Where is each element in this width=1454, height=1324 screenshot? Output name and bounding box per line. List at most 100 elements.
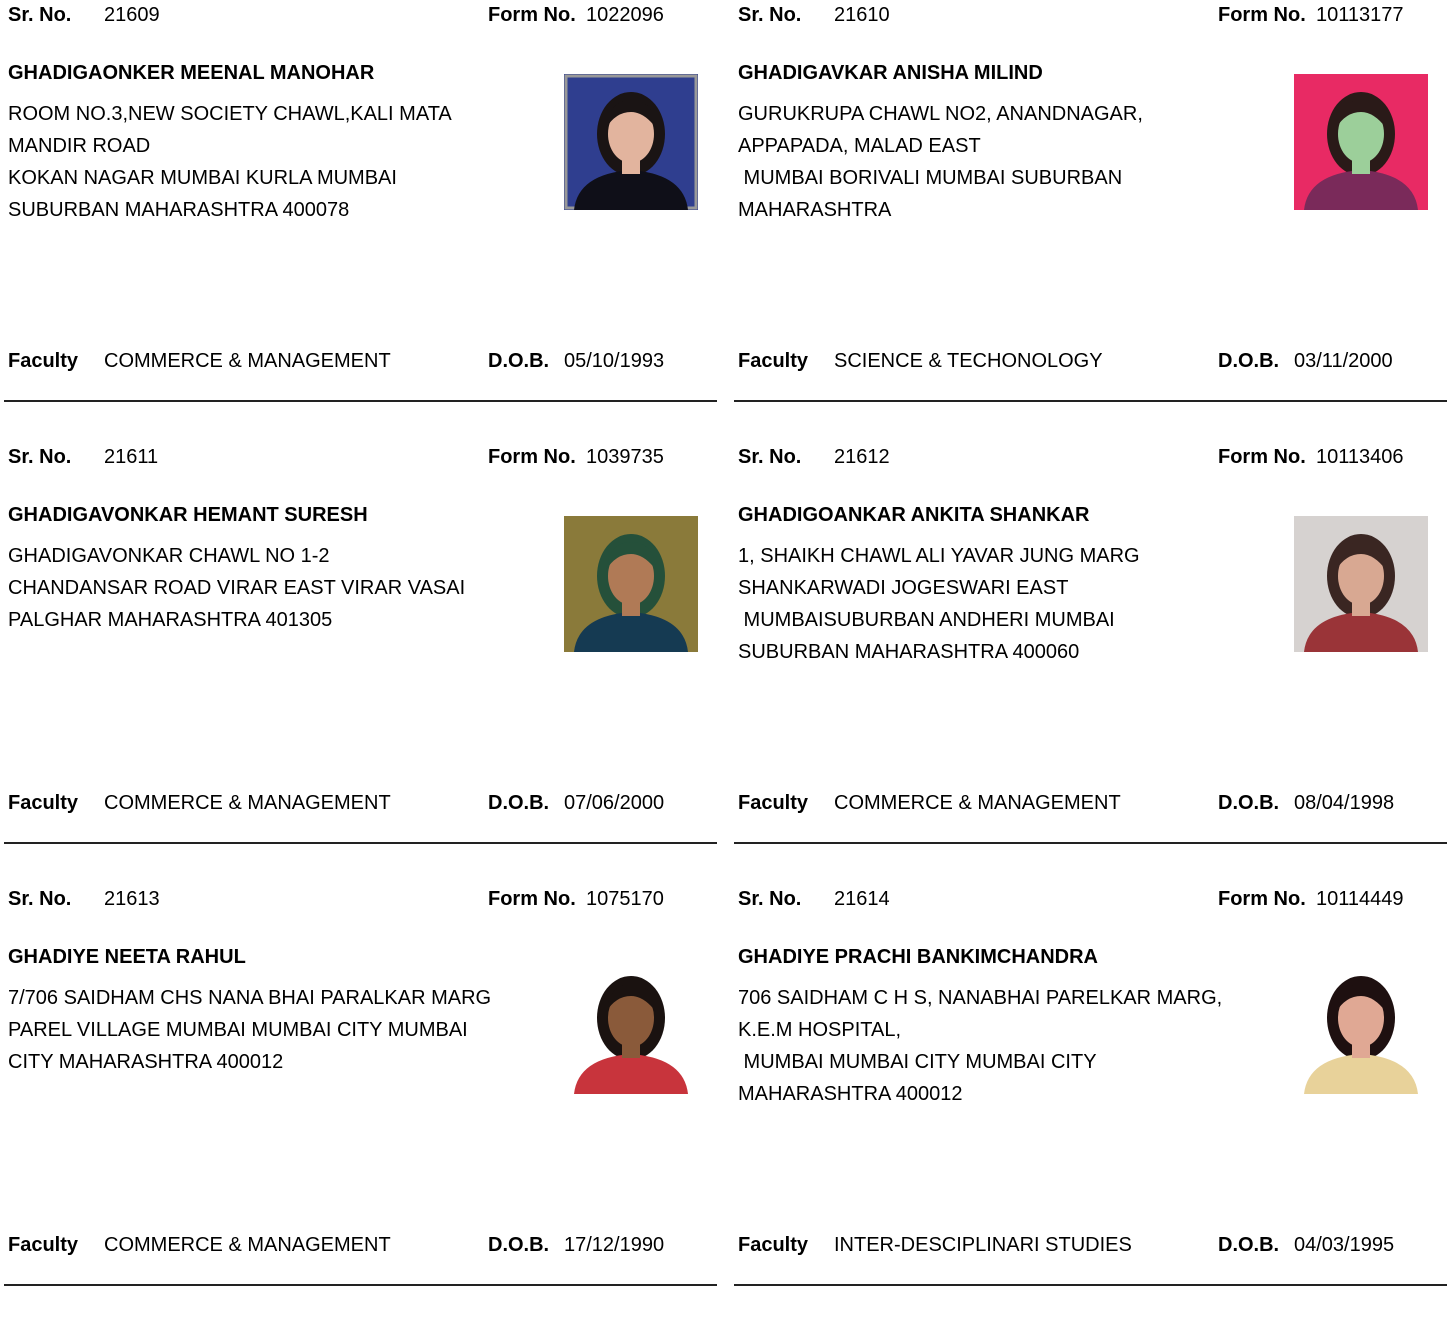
candidate-address: GURUKRUPA CHAWL NO2, ANANDNAGAR, APPAPADA… xyxy=(738,98,1278,226)
form-no-value: 1039735 xyxy=(586,446,664,468)
address-line: MUMBAISUBURBAN ANDHERI MUMBAI xyxy=(738,609,1115,631)
faculty-value: COMMERCE & MANAGEMENT xyxy=(104,350,391,372)
sr-no-value: 21613 xyxy=(104,888,160,910)
dob-label: D.O.B. xyxy=(488,350,550,372)
record-card: Sr. No. 21612 Form No. 10113406 GHADIGOA… xyxy=(730,442,1450,882)
faculty-label: Faculty xyxy=(8,792,79,814)
dob-label: D.O.B. xyxy=(488,1234,550,1256)
portrait-image xyxy=(1294,958,1428,1094)
record-header: Sr. No. 21612 Form No. 10113406 xyxy=(738,446,1438,472)
form-no-value: 10113406 xyxy=(1316,446,1404,468)
address-line: MANDIR ROAD xyxy=(8,135,151,157)
address-line: 1, SHAIKH CHAWL ALI YAVAR JUNG MARG xyxy=(738,545,1140,567)
address-line: MUMBAI MUMBAI CITY MUMBAI CITY xyxy=(738,1051,1097,1073)
portrait-image xyxy=(564,74,698,210)
address-line: K.E.M HOSPITAL, xyxy=(738,1019,901,1041)
form-no-value: 1075170 xyxy=(586,888,664,910)
form-no-label: Form No. xyxy=(1218,446,1306,468)
sr-no-label: Sr. No. xyxy=(738,446,802,468)
candidate-name: GHADIGAVONKAR HEMANT SURESH xyxy=(8,504,368,526)
record-header: Sr. No. 21614 Form No. 10114449 xyxy=(738,888,1438,914)
candidate-name: GHADIGAONKER MEENAL MANOHAR xyxy=(8,62,375,84)
portrait-image xyxy=(564,958,698,1094)
candidate-photo xyxy=(1294,958,1428,1094)
form-no-value: 10113177 xyxy=(1316,4,1404,26)
dob-value: 05/10/1993 xyxy=(564,350,665,372)
record-card: Sr. No. 21610 Form No. 10113177 GHADIGAV… xyxy=(730,0,1450,440)
portrait-image xyxy=(1294,516,1428,652)
sr-no-label: Sr. No. xyxy=(8,446,72,468)
address-line: SUBURBAN MAHARASHTRA 400078 xyxy=(8,199,350,221)
record-divider xyxy=(4,400,717,402)
candidate-address: 7/706 SAIDHAM CHS NANA BHAI PARALKAR MAR… xyxy=(8,982,548,1078)
sr-no-label: Sr. No. xyxy=(738,4,802,26)
address-line: CHANDANSAR ROAD VIRAR EAST VIRAR VASAI xyxy=(8,577,466,599)
address-line: SUBURBAN MAHARASHTRA 400060 xyxy=(738,641,1080,663)
faculty-value: SCIENCE & TECHONOLOGY xyxy=(834,350,1103,372)
faculty-label: Faculty xyxy=(8,1234,79,1256)
candidate-address: 706 SAIDHAM C H S, NANABHAI PARELKAR MAR… xyxy=(738,982,1278,1110)
candidate-photo xyxy=(564,74,698,210)
form-no-label: Form No. xyxy=(1218,4,1306,26)
dob-value: 04/03/1995 xyxy=(1294,1234,1395,1256)
address-line: MAHARASHTRA 400012 xyxy=(738,1083,963,1105)
candidate-name: GHADIYE PRACHI BANKIMCHANDRA xyxy=(738,946,1098,968)
portrait-image xyxy=(564,516,698,652)
candidate-photo xyxy=(564,516,698,652)
form-no-label: Form No. xyxy=(488,4,576,26)
record-card: Sr. No. 21614 Form No. 10114449 GHADIYE … xyxy=(730,884,1450,1324)
address-line: 706 SAIDHAM C H S, NANABHAI PARELKAR MAR… xyxy=(738,987,1223,1009)
address-line: PALGHAR MAHARASHTRA 401305 xyxy=(8,609,333,631)
sr-no-label: Sr. No. xyxy=(8,4,72,26)
record-card: Sr. No. 21611 Form No. 1039735 GHADIGAVO… xyxy=(0,442,720,882)
record-header: Sr. No. 21613 Form No. 1075170 xyxy=(8,888,708,914)
form-no-value: 1022096 xyxy=(586,4,664,26)
faculty-label: Faculty xyxy=(8,350,79,372)
record-footer: Faculty COMMERCE & MANAGEMENT D.O.B. 07/… xyxy=(8,792,708,818)
candidate-address: ROOM NO.3,NEW SOCIETY CHAWL,KALI MATA MAN… xyxy=(8,98,548,226)
dob-label: D.O.B. xyxy=(1218,792,1280,814)
record-divider xyxy=(734,1284,1447,1286)
faculty-value: INTER-DESCIPLINARI STUDIES xyxy=(834,1234,1132,1256)
dob-label: D.O.B. xyxy=(1218,1234,1280,1256)
candidate-address: GHADIGAVONKAR CHAWL NO 1-2 CHANDANSAR ROA… xyxy=(8,540,548,636)
dob-label: D.O.B. xyxy=(1218,350,1280,372)
faculty-label: Faculty xyxy=(738,350,809,372)
address-line: 7/706 SAIDHAM CHS NANA BHAI PARALKAR MAR… xyxy=(8,987,492,1009)
dob-label: D.O.B. xyxy=(488,792,550,814)
sr-no-label: Sr. No. xyxy=(738,888,802,910)
dob-value: 08/04/1998 xyxy=(1294,792,1395,814)
record-divider xyxy=(4,1284,717,1286)
address-line: MUMBAI BORIVALI MUMBAI SUBURBAN xyxy=(738,167,1123,189)
record-footer: Faculty SCIENCE & TECHONOLOGY D.O.B. 03/… xyxy=(738,350,1438,376)
portrait-image xyxy=(1294,74,1428,210)
record-header: Sr. No. 21611 Form No. 1039735 xyxy=(8,446,708,472)
form-no-label: Form No. xyxy=(488,888,576,910)
faculty-value: COMMERCE & MANAGEMENT xyxy=(834,792,1121,814)
records-grid: Sr. No. 21609 Form No. 1022096 GHADIGAON… xyxy=(0,0,1454,1286)
record-header: Sr. No. 21609 Form No. 1022096 xyxy=(8,4,708,30)
sr-no-value: 21610 xyxy=(834,4,890,26)
record-divider xyxy=(734,842,1447,844)
dob-value: 07/06/2000 xyxy=(564,792,665,814)
record-card: Sr. No. 21609 Form No. 1022096 GHADIGAON… xyxy=(0,0,720,440)
record-footer: Faculty COMMERCE & MANAGEMENT D.O.B. 08/… xyxy=(738,792,1438,818)
address-line: ROOM NO.3,NEW SOCIETY CHAWL,KALI MATA xyxy=(8,103,452,125)
candidate-name: GHADIGOANKAR ANKITA SHANKAR xyxy=(738,504,1090,526)
address-line: APPAPADA, MALAD EAST xyxy=(738,135,981,157)
sr-no-label: Sr. No. xyxy=(8,888,72,910)
address-line: SHANKARWADI JOGESWARI EAST xyxy=(738,577,1069,599)
form-no-value: 10114449 xyxy=(1316,888,1404,910)
candidate-name: GHADIYE NEETA RAHUL xyxy=(8,946,246,968)
sr-no-value: 21614 xyxy=(834,888,890,910)
candidate-photo xyxy=(564,958,698,1094)
sr-no-value: 21609 xyxy=(104,4,160,26)
address-line: MAHARASHTRA xyxy=(738,199,892,221)
record-divider xyxy=(734,400,1447,402)
sr-no-value: 21611 xyxy=(104,446,159,468)
record-card: Sr. No. 21613 Form No. 1075170 GHADIYE N… xyxy=(0,884,720,1324)
candidate-photo xyxy=(1294,74,1428,210)
dob-value: 17/12/1990 xyxy=(564,1234,665,1256)
faculty-value: COMMERCE & MANAGEMENT xyxy=(104,1234,391,1256)
faculty-value: COMMERCE & MANAGEMENT xyxy=(104,792,391,814)
